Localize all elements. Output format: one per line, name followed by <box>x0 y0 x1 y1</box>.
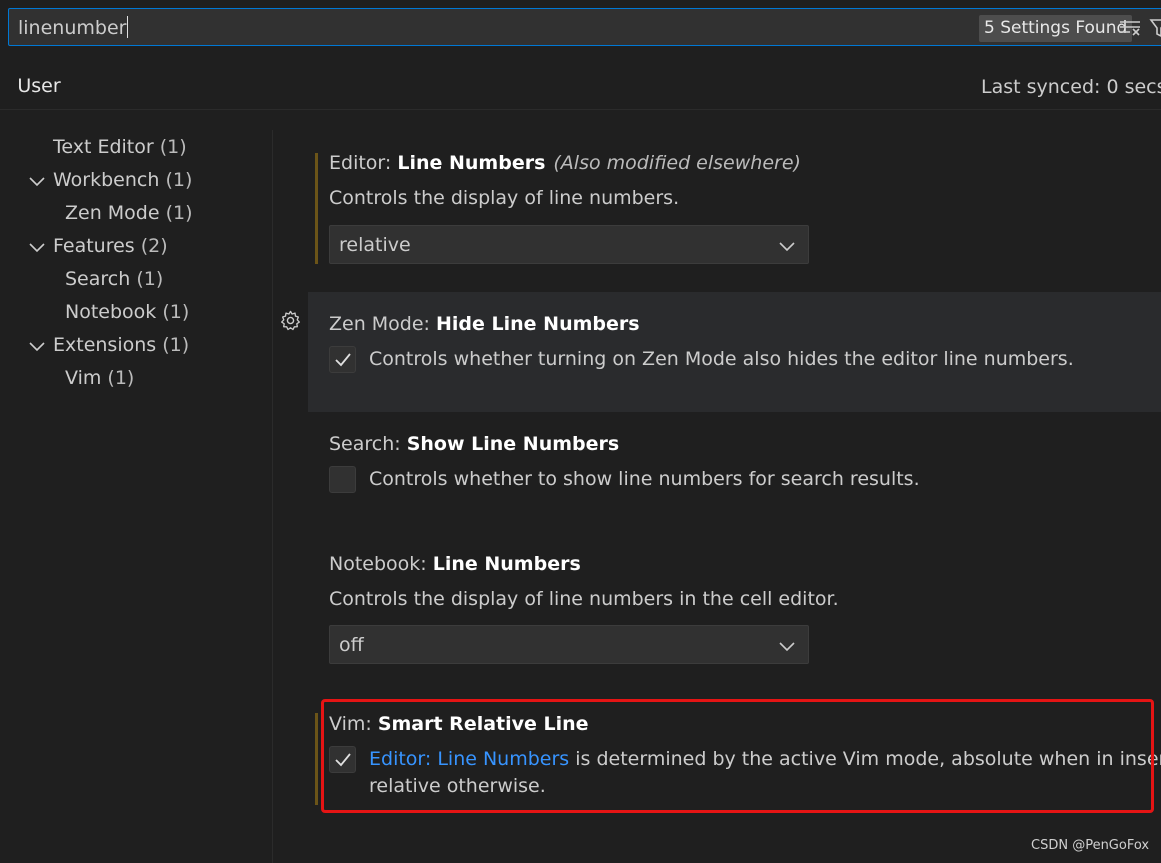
toc-item-count: (1) <box>162 334 190 356</box>
setting-description: Controls the display of line numbers in … <box>329 588 839 610</box>
toc-item-vim[interactable]: Vim (1) <box>65 362 134 395</box>
toc-item-text-editor[interactable]: Text Editor (1) <box>53 131 187 164</box>
setting-description: Controls whether to show line numbers fo… <box>369 468 920 490</box>
toc-item-features[interactable]: Features (2) <box>53 230 168 263</box>
toc-item-count: (1) <box>165 169 193 191</box>
chevron-down-icon[interactable] <box>28 172 46 190</box>
settings-search-box[interactable]: linenumber 5 Settings Found <box>8 8 1161 46</box>
toc-item-label: Extensions <box>53 334 157 356</box>
setting-name: Line Numbers <box>397 152 546 174</box>
setting-category: Search: <box>329 433 407 455</box>
gear-icon[interactable] <box>279 309 302 332</box>
text-caret <box>127 16 129 38</box>
setting-title: Zen Mode: Hide Line Numbers <box>329 312 640 336</box>
setting-description: Controls the display of line numbers. <box>329 187 680 209</box>
toc-item-count: (1) <box>159 136 187 158</box>
toc-item-label: Workbench <box>53 169 160 191</box>
tabs-divider <box>0 109 1161 110</box>
chevron-down-icon <box>779 642 795 652</box>
setting-title: Notebook: Line Numbers <box>329 552 581 576</box>
watermark: CSDN @PenGoFox <box>1031 838 1150 853</box>
toc-item-label: Search <box>65 268 131 290</box>
setting-editor-line-numbers: Editor: Line Numbers (Also modified elsew… <box>308 150 1161 270</box>
search-show-line-numbers-checkbox[interactable] <box>329 466 356 493</box>
toc-item-extensions[interactable]: Extensions (1) <box>53 329 189 362</box>
clear-filter-lines-icon[interactable] <box>1119 19 1141 37</box>
chevron-down-icon <box>779 242 795 252</box>
toc-item-count: (1) <box>136 268 164 290</box>
toc-item-label: Features <box>53 235 135 257</box>
toc-item-label: Vim <box>65 367 102 389</box>
toc-item-label: Zen Mode <box>65 202 160 224</box>
toc-item-count: (1) <box>107 367 135 389</box>
last-synced-status: Last synced: 0 secs ag <box>981 76 1161 98</box>
modified-elsewhere-link[interactable]: (Also modified elsewhere) <box>553 152 801 174</box>
results-count-badge: 5 Settings Found <box>979 15 1133 42</box>
toc-item-zen-mode[interactable]: Zen Mode (1) <box>65 197 193 230</box>
setting-title: Search: Show Line Numbers <box>329 432 619 456</box>
setting-notebook-line-numbers: Notebook: Line Numbers Controls the disp… <box>308 532 1161 672</box>
toc-item-search[interactable]: Search (1) <box>65 263 163 296</box>
setting-description: Controls whether turning on Zen Mode als… <box>369 348 1074 370</box>
setting-category: Zen Mode: <box>329 313 436 335</box>
toc-item-label: Notebook <box>65 301 157 323</box>
tab-user[interactable]: User <box>8 70 70 110</box>
setting-name: Hide Line Numbers <box>436 313 640 335</box>
chevron-down-icon[interactable] <box>28 337 46 355</box>
setting-name: Show Line Numbers <box>406 433 620 455</box>
funnel-icon[interactable] <box>1149 17 1161 39</box>
zen-mode-hide-line-numbers-checkbox[interactable] <box>329 346 356 373</box>
notebook-line-numbers-select[interactable]: off <box>329 625 809 664</box>
setting-title: Editor: Line Numbers (Also modified elsew… <box>329 151 801 175</box>
setting-zen-mode-hide-line-numbers: Zen Mode: Hide Line Numbers Controls whe… <box>308 292 1161 412</box>
setting-category: Notebook: <box>329 553 433 575</box>
search-input[interactable]: linenumber <box>18 16 129 40</box>
toc-item-label: Text Editor <box>53 136 154 158</box>
annotation-highlight-box <box>321 699 1154 813</box>
check-icon <box>335 353 351 367</box>
search-query-text: linenumber <box>18 17 127 39</box>
line-numbers-select[interactable]: relative <box>329 225 809 264</box>
setting-search-show-line-numbers: Search: Show Line Numbers Controls wheth… <box>308 412 1161 532</box>
toc-item-notebook[interactable]: Notebook (1) <box>65 296 189 329</box>
setting-name: Line Numbers <box>432 553 581 575</box>
toc-item-count: (1) <box>165 202 193 224</box>
select-value: relative <box>339 234 411 256</box>
settings-editor: linenumber 5 Settings Found User Last sy… <box>0 0 1161 863</box>
chevron-down-icon[interactable] <box>28 238 46 256</box>
setting-category: Editor: <box>329 152 398 174</box>
toc-item-count: (1) <box>162 301 190 323</box>
toc-item-count: (2) <box>140 235 168 257</box>
toc-item-workbench[interactable]: Workbench (1) <box>53 164 192 197</box>
toc-divider <box>272 130 273 863</box>
select-value: off <box>339 634 364 656</box>
